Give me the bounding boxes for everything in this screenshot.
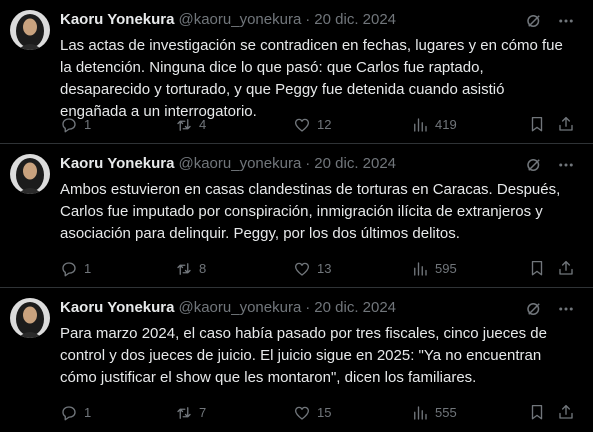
tweet-date[interactable]: 20 dic. 2024 bbox=[314, 298, 396, 318]
reply-count: 1 bbox=[84, 405, 92, 420]
repost-count: 4 bbox=[199, 117, 207, 132]
views-icon bbox=[414, 262, 427, 276]
share-icon bbox=[559, 260, 573, 275]
repost-icon bbox=[177, 263, 191, 275]
avatar[interactable] bbox=[10, 10, 50, 50]
views-button[interactable]: 595 bbox=[411, 259, 457, 279]
repost-button[interactable]: 7 bbox=[175, 403, 206, 423]
author-handle[interactable]: @kaoru_yonekura bbox=[178, 10, 301, 30]
like-count: 12 bbox=[317, 117, 332, 132]
views-button[interactable]: 555 bbox=[411, 403, 457, 423]
like-icon bbox=[294, 118, 310, 132]
author-handle[interactable]: @kaoru_yonekura bbox=[178, 154, 301, 174]
avatar-photo-icon bbox=[10, 298, 50, 338]
reply-icon bbox=[62, 406, 76, 421]
grok-icon[interactable] bbox=[525, 156, 543, 174]
reply-count: 1 bbox=[84, 261, 92, 276]
reply-button[interactable]: 1 bbox=[60, 115, 91, 135]
reply-icon bbox=[62, 118, 76, 133]
more-icon[interactable] bbox=[557, 156, 575, 174]
repost-count: 7 bbox=[199, 405, 207, 420]
like-button[interactable]: 12 bbox=[293, 115, 331, 135]
like-count: 13 bbox=[317, 261, 332, 276]
views-count: 419 bbox=[435, 117, 457, 132]
tweet[interactable]: Kaoru Yonekura @kaoru_yonekura · 20 dic.… bbox=[0, 288, 593, 432]
grok-icon[interactable] bbox=[525, 300, 543, 318]
repost-count: 8 bbox=[199, 261, 207, 276]
bookmark-button[interactable] bbox=[528, 115, 546, 133]
share-button[interactable] bbox=[557, 403, 575, 421]
views-button[interactable]: 419 bbox=[411, 115, 457, 135]
repost-icon bbox=[177, 407, 191, 419]
bookmark-icon bbox=[531, 260, 543, 276]
more-icon[interactable] bbox=[557, 300, 575, 318]
repost-button[interactable]: 4 bbox=[175, 115, 206, 135]
bookmark-icon bbox=[531, 116, 543, 132]
tweet-text: Para marzo 2024, el caso había pasado po… bbox=[60, 325, 547, 386]
reply-count: 1 bbox=[84, 117, 92, 132]
grok-icon[interactable] bbox=[525, 12, 543, 30]
avatar[interactable] bbox=[10, 298, 50, 338]
tweet-text: Las actas de investigación se contradice… bbox=[60, 37, 563, 120]
bookmark-button[interactable] bbox=[528, 259, 546, 277]
author-handle[interactable]: @kaoru_yonekura bbox=[178, 298, 301, 318]
tweet-date[interactable]: 20 dic. 2024 bbox=[314, 154, 396, 174]
share-button[interactable] bbox=[557, 115, 575, 133]
avatar-photo-icon bbox=[10, 154, 50, 194]
share-icon bbox=[559, 404, 573, 419]
views-icon bbox=[414, 118, 427, 132]
author-name[interactable]: Kaoru Yonekura bbox=[60, 298, 174, 318]
repost-button[interactable]: 8 bbox=[175, 259, 206, 279]
views-count: 555 bbox=[435, 405, 457, 420]
author-name[interactable]: Kaoru Yonekura bbox=[60, 10, 174, 30]
share-icon bbox=[559, 116, 573, 131]
separator-dot: · bbox=[305, 299, 311, 316]
bookmark-button[interactable] bbox=[528, 403, 546, 421]
reply-button[interactable]: 1 bbox=[60, 259, 91, 279]
tweet[interactable]: Kaoru Yonekura @kaoru_yonekura · 20 dic.… bbox=[0, 0, 593, 144]
views-count: 595 bbox=[435, 261, 457, 276]
like-button[interactable]: 15 bbox=[293, 403, 331, 423]
author-name[interactable]: Kaoru Yonekura bbox=[60, 154, 174, 174]
separator-dot: · bbox=[305, 155, 311, 172]
more-icon[interactable] bbox=[557, 12, 575, 30]
reply-button[interactable]: 1 bbox=[60, 403, 91, 423]
like-count: 15 bbox=[317, 405, 332, 420]
repost-icon bbox=[177, 119, 191, 131]
avatar-photo-icon bbox=[10, 10, 50, 50]
separator-dot: · bbox=[305, 11, 311, 28]
bookmark-icon bbox=[531, 404, 543, 420]
tweet[interactable]: Kaoru Yonekura @kaoru_yonekura · 20 dic.… bbox=[0, 144, 593, 288]
avatar[interactable] bbox=[10, 154, 50, 194]
views-icon bbox=[414, 406, 427, 420]
reply-icon bbox=[62, 262, 76, 277]
like-icon bbox=[294, 406, 310, 420]
share-button[interactable] bbox=[557, 259, 575, 277]
tweet-text: Ambos estuvieron en casas clandestinas d… bbox=[60, 181, 561, 242]
like-button[interactable]: 13 bbox=[293, 259, 331, 279]
tweet-date[interactable]: 20 dic. 2024 bbox=[314, 10, 396, 30]
like-icon bbox=[294, 262, 310, 276]
